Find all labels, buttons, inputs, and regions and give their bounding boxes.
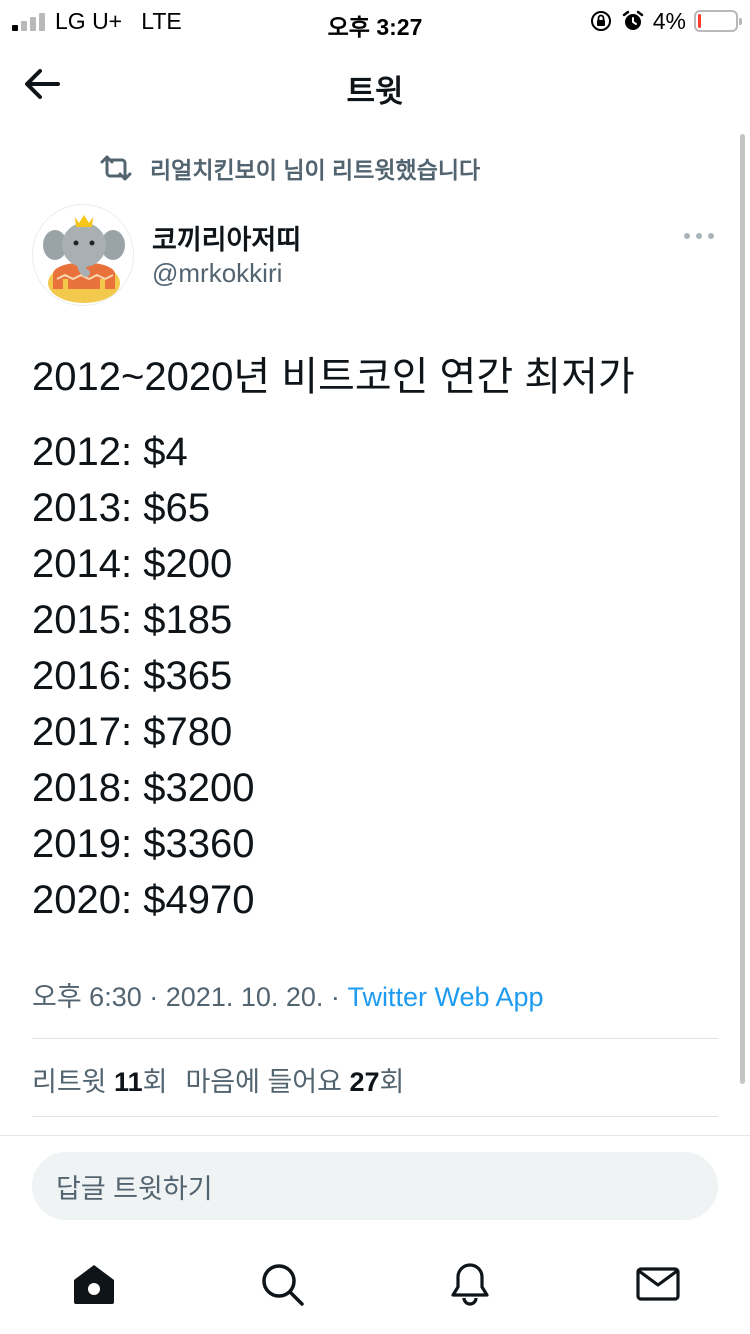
tweet-line: 2019: $3360 — [32, 822, 255, 866]
retweeted-by-text: 리얼치킨보이 님이 리트윗했습니다 — [150, 157, 481, 183]
orientation-lock-icon — [590, 11, 611, 31]
tab-notifications[interactable] — [446, 1260, 494, 1308]
status-right-group: 4% — [589, 7, 742, 35]
elephant-avatar-icon — [33, 205, 133, 305]
messages-icon — [636, 1267, 680, 1301]
tweet-date: 2021. 10. 20. — [165, 982, 324, 1012]
more-dots-icon — [684, 233, 714, 239]
tweet-detail-screen: LG U+ LTE 오후 3:27 4% 트윗 리얼치킨보이 님이 리트윗했습니… — [0, 0, 750, 1334]
divider — [32, 1116, 718, 1117]
author-handle: @mrkokkiri — [152, 258, 283, 288]
meta-separator: · — [149, 982, 159, 1012]
likes-count: 27 — [349, 1067, 380, 1097]
tweet-stats: 리트윗 11회 마음에 들어요 27회 — [32, 1060, 404, 1099]
tweet-line: 2014: $200 — [32, 542, 233, 586]
page-title: 트윗 — [346, 74, 404, 109]
likes-suffix: 회 — [379, 1067, 405, 1097]
tweet-line: 2015: $185 — [32, 598, 233, 642]
retweet-count-link[interactable]: 리트윗 11회 — [32, 1060, 167, 1099]
notifications-icon — [451, 1263, 489, 1306]
battery-level-fill — [698, 14, 701, 28]
likes-label: 마음에 들어요 — [185, 1067, 342, 1097]
tweet-meta: 오후 6:30 · 2021. 10. 20. · Twitter Web Ap… — [32, 975, 544, 1014]
tweet-line: 2012: $4 — [32, 430, 188, 474]
search-icon — [262, 1264, 304, 1306]
divider — [32, 1038, 718, 1039]
retweets-label: 리트윗 — [32, 1067, 107, 1097]
tweet-line: 2016: $365 — [32, 654, 233, 698]
tweet-time: 오후 6:30 — [32, 982, 142, 1012]
scrollbar[interactable] — [740, 134, 745, 1084]
tab-messages[interactable] — [634, 1260, 682, 1308]
author-name[interactable]: 코끼리아저띠 — [152, 218, 301, 257]
tweet-headline: 2012~2020년 비트코인 연간 최저가 — [32, 355, 635, 399]
tab-home[interactable] — [70, 1260, 118, 1308]
bottom-tab-bar — [0, 1244, 750, 1334]
reply-input[interactable]: 답글 트윗하기 — [32, 1152, 718, 1220]
home-icon — [74, 1265, 114, 1304]
tweet-line: 2020: $4970 — [32, 878, 255, 922]
retweets-count: 11 — [114, 1067, 143, 1097]
tweet-line: 2013: $65 — [32, 486, 210, 530]
battery-percent: 4% — [652, 7, 686, 34]
retweet-icon — [100, 155, 132, 181]
tweet-line: 2018: $3200 — [32, 766, 255, 810]
likes-count-link[interactable]: 마음에 들어요 27회 — [185, 1060, 404, 1099]
meta-separator: · — [330, 982, 340, 1012]
reply-placeholder: 답글 트윗하기 — [56, 1173, 213, 1204]
tab-search[interactable] — [258, 1260, 306, 1308]
alarm-icon — [622, 10, 643, 30]
status-bar: LG U+ LTE 오후 3:27 4% — [0, 0, 750, 42]
tweet-line: 2017: $780 — [32, 710, 233, 754]
tweet-text: 2012~2020년 비트코인 연간 최저가 2012: $4 2013: $6… — [32, 352, 712, 928]
battery-icon — [694, 10, 742, 32]
tweet-price-list: 2012: $4 2013: $65 2014: $200 2015: $185… — [32, 424, 712, 928]
avatar[interactable] — [32, 204, 134, 306]
tweet-source-link[interactable]: Twitter Web App — [347, 982, 543, 1012]
retweets-suffix: 회 — [142, 1067, 168, 1097]
top-header: 트윗 — [0, 42, 750, 126]
reply-bar-divider — [0, 1135, 750, 1136]
retweeted-by-line[interactable]: 리얼치킨보이 님이 리트윗했습니다 — [98, 150, 480, 186]
more-options-button[interactable] — [682, 222, 718, 250]
